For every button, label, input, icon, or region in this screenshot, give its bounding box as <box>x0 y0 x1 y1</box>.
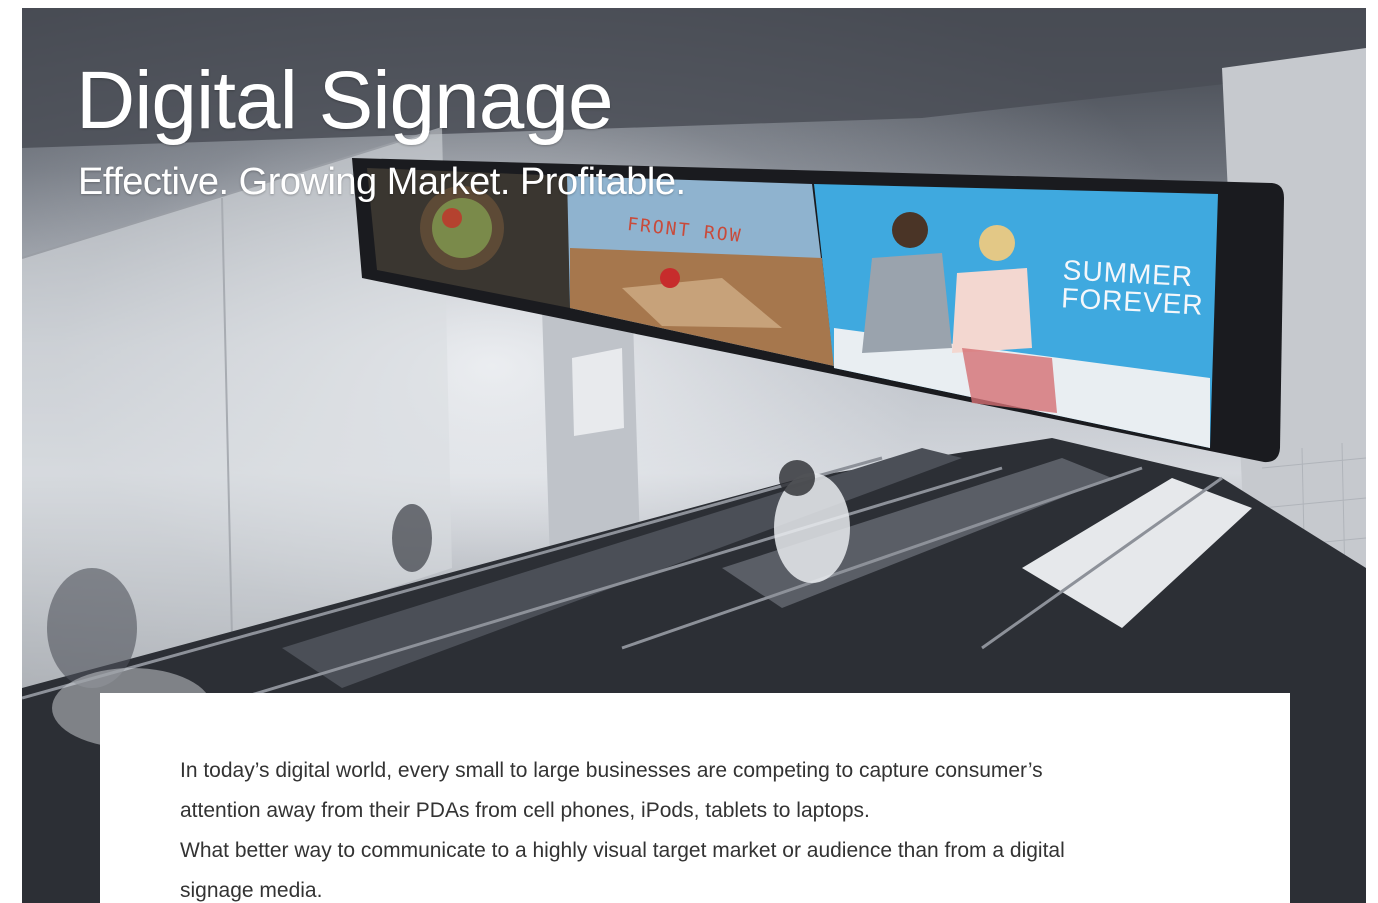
intro-paragraph: In today’s digital world, every small to… <box>180 751 1240 903</box>
intro-text-card: In today’s digital world, every small to… <box>100 693 1290 903</box>
intro-line-1: In today’s digital world, every small to… <box>180 759 1043 782</box>
intro-line-2: attention away from their PDAs from cell… <box>180 799 870 822</box>
page-subtitle: Effective. Growing Market. Profitable. <box>78 161 686 203</box>
intro-line-4: signage media. <box>180 879 323 902</box>
intro-line-3: What better way to communicate to a high… <box>180 839 1065 862</box>
page-title: Digital Signage <box>76 55 614 146</box>
ad-summer-text: SUMMER FOREVER <box>1061 254 1206 320</box>
hero-image: FRONT ROW SUMMER FOREVER Digital Signage… <box>22 8 1366 903</box>
